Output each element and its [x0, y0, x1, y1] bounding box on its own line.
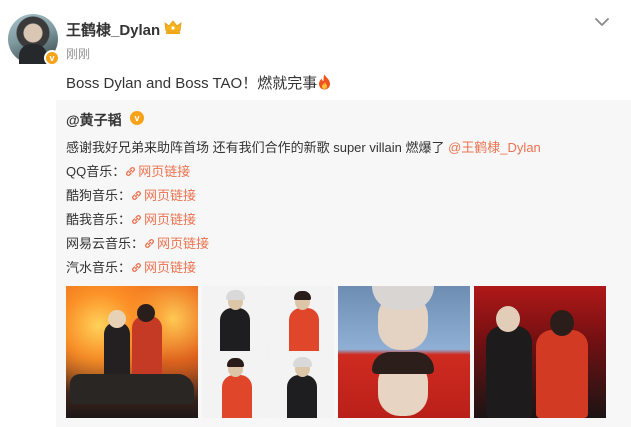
- web-link[interactable]: 网页链接: [131, 260, 196, 275]
- web-link-text[interactable]: 网页链接: [138, 164, 190, 179]
- post-header: v 王鹤棣_Dylan 刚刚 Boss Dylan and Boss TAO！燃…: [0, 0, 631, 100]
- repost-card[interactable]: @黄子韬 v 感谢我好兄弟来助阵首场 还有我们合作的新歌 super villa…: [56, 100, 631, 427]
- repost-text: 感谢我好兄弟来助阵首场 还有我们合作的新歌 super villain 燃爆了 …: [66, 137, 541, 156]
- music-link-row: 酷我音乐： 网页链接: [66, 209, 196, 228]
- photo-thumbnail[interactable]: [474, 286, 606, 418]
- web-link-text[interactable]: 网页链接: [144, 260, 196, 275]
- photo-figure: [132, 316, 162, 378]
- photo-thumbnail[interactable]: [202, 286, 334, 418]
- photo-thumbnail[interactable]: [338, 286, 470, 418]
- link-icon: [132, 215, 141, 224]
- web-link-text[interactable]: 网页链接: [144, 188, 196, 203]
- link-icon: [145, 239, 154, 248]
- photo-figure: [486, 326, 532, 418]
- link-icon: [132, 191, 141, 200]
- link-icon: [126, 167, 136, 176]
- link-icon: [132, 263, 141, 272]
- post-text: Boss Dylan and Boss TAO！燃就完事: [66, 72, 331, 93]
- photo-figure-head: [496, 306, 520, 332]
- music-platform-label: 网易云音乐：: [66, 236, 145, 251]
- web-link-text[interactable]: 网页链接: [144, 212, 196, 227]
- mention-link[interactable]: @王鹤棣_Dylan: [448, 140, 541, 155]
- music-platform-label: 酷我音乐：: [66, 212, 132, 227]
- music-link-row: 汽水音乐： 网页链接: [66, 257, 196, 276]
- web-link[interactable]: 网页链接: [131, 212, 196, 227]
- web-link[interactable]: 网页链接: [144, 236, 209, 251]
- web-link[interactable]: 网页链接: [131, 188, 196, 203]
- repost-text-content: 感谢我好兄弟来助阵首场 还有我们合作的新歌 super villain 燃爆了: [66, 140, 445, 155]
- music-link-row: QQ音乐： 网页链接: [66, 161, 190, 180]
- photo-hair: [372, 352, 434, 374]
- photo-collage-cell: [269, 286, 334, 351]
- post-time[interactable]: 刚刚: [66, 45, 90, 62]
- music-link-row: 网易云音乐： 网页链接: [66, 233, 209, 252]
- music-platform-label: 汽水音乐：: [66, 260, 132, 275]
- music-link-row: 酷狗音乐： 网页链接: [66, 185, 196, 204]
- web-link-text[interactable]: 网页链接: [157, 236, 209, 251]
- photo-figure-head: [108, 310, 126, 328]
- vip-crown-icon[interactable]: [164, 19, 182, 35]
- avatar[interactable]: v: [8, 14, 60, 66]
- avatar-figure: [19, 44, 47, 64]
- photo-collage-cell: [202, 353, 267, 418]
- music-platform-label: QQ音乐：: [66, 164, 126, 179]
- photo-figure-head: [137, 304, 155, 322]
- chevron-down-icon[interactable]: [595, 17, 609, 27]
- photo-figure-head: [550, 310, 574, 336]
- photo-figure: [104, 322, 130, 378]
- photo-collage-cell: [202, 286, 267, 351]
- verified-badge-icon: v: [130, 111, 144, 125]
- photo-figure: [536, 330, 588, 418]
- music-platform-label: 酷狗音乐：: [66, 188, 132, 203]
- photo-thumbnail[interactable]: [66, 286, 198, 418]
- photo-collage-cell: [269, 353, 334, 418]
- photo-car: [70, 374, 194, 404]
- post-text-content: Boss Dylan and Boss TAO！燃就完事: [66, 75, 318, 92]
- author-name[interactable]: 王鹤棣_Dylan: [66, 19, 160, 40]
- web-link[interactable]: 网页链接: [125, 164, 190, 179]
- repost-author[interactable]: @黄子韬: [66, 110, 122, 130]
- verified-badge-icon: v: [44, 50, 60, 66]
- fire-emoji-icon: [319, 74, 331, 90]
